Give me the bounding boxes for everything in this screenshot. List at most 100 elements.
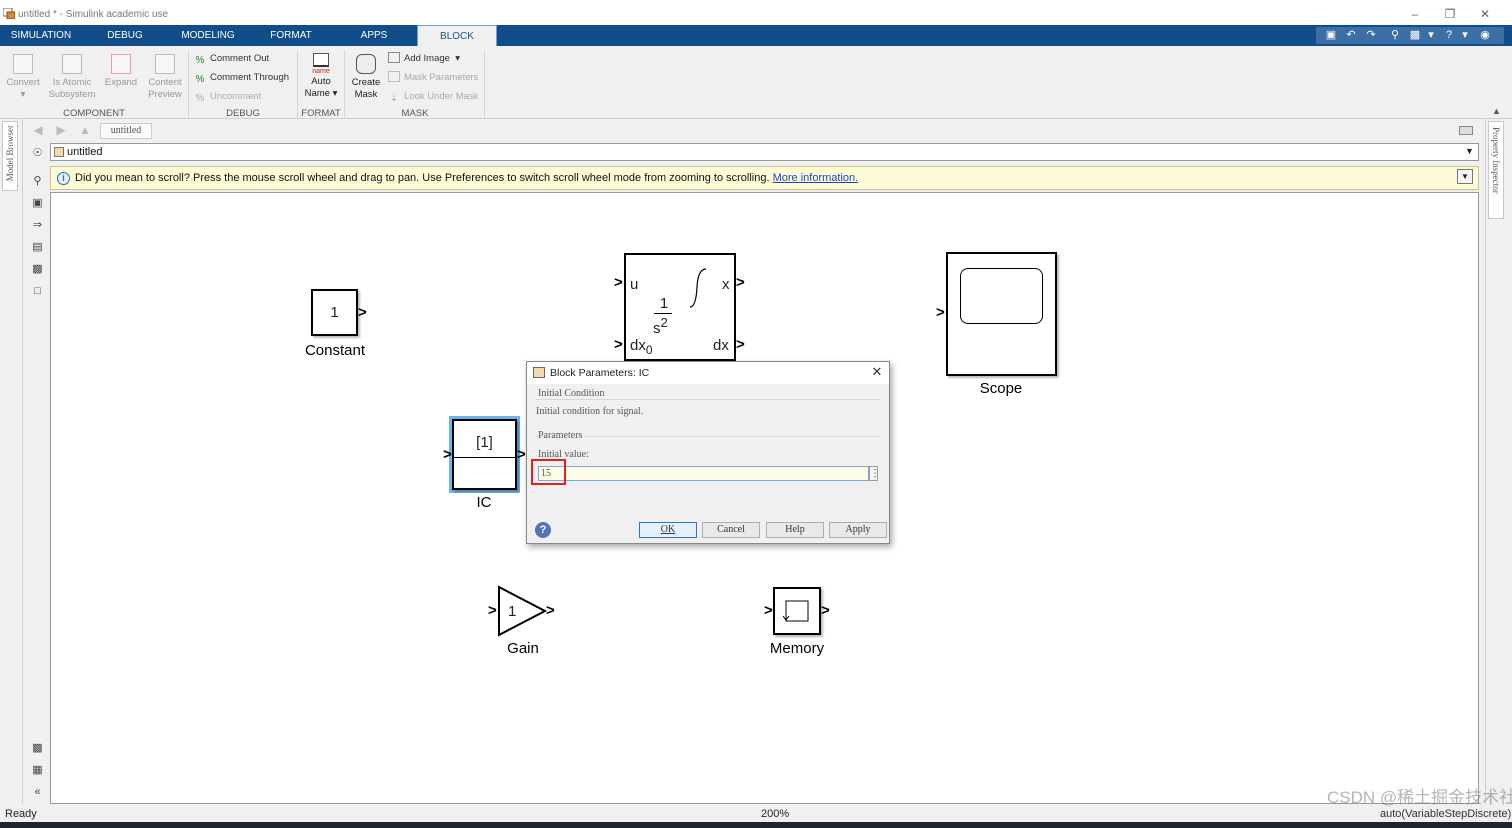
initial-value-input[interactable]: 15 — [538, 466, 869, 481]
auto-name-label-2: Name — [304, 88, 330, 99]
uncomment-button[interactable]: % Uncomment — [194, 90, 262, 104]
scope-block[interactable] — [946, 252, 1057, 376]
zoom-icon[interactable]: ⚲ — [31, 175, 44, 187]
camera-icon[interactable]: ▩ — [31, 742, 44, 754]
convert-icon — [13, 54, 33, 74]
transfer-denominator: s2 — [653, 315, 668, 337]
ic-block[interactable]: [1] — [452, 419, 517, 490]
input-port-icon: > — [443, 446, 452, 463]
collapse-ribbon-icon[interactable]: ▲ — [1492, 106, 1501, 116]
memory-label: Memory — [769, 640, 825, 657]
property-inspector-tab[interactable]: Property Inspector — [1488, 121, 1504, 219]
ribbon-panel: Convert ▾ Is Atomic Subsystem Expand Con… — [0, 46, 1512, 119]
more-information-link[interactable]: More information. — [773, 172, 859, 184]
mask-parameters-icon — [388, 71, 400, 82]
back-arrow-icon[interactable]: ◀ — [30, 123, 46, 137]
close-icon[interactable]: ✕ — [1475, 6, 1495, 22]
section-divider — [535, 436, 881, 437]
ok-button-label: OK — [660, 524, 676, 535]
section-initial-condition-desc: Initial condition for signal. — [536, 406, 644, 417]
close-icon[interactable]: ✕ — [870, 365, 884, 379]
group-divider — [297, 50, 298, 118]
window-title: untitled * - Simulink academic use — [18, 9, 169, 20]
auto-name-button[interactable]: name Auto Name ▾ — [300, 53, 342, 100]
left-panel-strip — [0, 119, 23, 804]
input-port-icon: > — [614, 336, 623, 353]
redo-icon[interactable]: ↷ — [1362, 27, 1380, 44]
chevron-down-icon[interactable]: ▾ — [1456, 27, 1474, 44]
ok-button[interactable]: OK — [639, 522, 697, 538]
tab-block[interactable]: BLOCK — [417, 25, 497, 46]
arrow-down-icon: ⇣ — [389, 93, 399, 104]
info-message: Did you mean to scroll? Press the mouse … — [75, 172, 858, 184]
dialog-title: Block Parameters: IC — [550, 367, 650, 379]
chevron-down-icon[interactable]: ▾ — [1422, 27, 1440, 44]
convert-label: Convert — [6, 77, 40, 88]
apply-button[interactable]: Apply — [829, 522, 887, 538]
minimize-icon[interactable]: – — [1405, 6, 1425, 22]
output-port-icon: > — [736, 336, 745, 353]
more-options-icon[interactable]: ⋮ — [869, 466, 880, 481]
status-bar: Ready 200% auto(VariableStepDiscrete) — [0, 804, 1512, 828]
content-preview-button[interactable]: Content Preview — [144, 54, 186, 101]
convert-button[interactable]: Convert ▾ — [4, 54, 42, 101]
tab-apps[interactable]: APPS — [354, 25, 394, 46]
chevron-down-icon: ▾ — [20, 89, 26, 100]
mask-parameters-button[interactable]: Mask Parameters — [388, 71, 478, 84]
expand-icon — [111, 54, 131, 74]
add-image-icon — [388, 52, 400, 63]
explorer-icon[interactable]: ▦ — [31, 764, 44, 776]
arrow-icon[interactable]: ⇒ — [31, 219, 44, 231]
forward-arrow-icon[interactable]: ▶ — [53, 123, 69, 137]
model-path-bar[interactable]: untitled ▼ — [50, 143, 1479, 161]
up-arrow-icon[interactable]: ▲ — [77, 123, 93, 137]
group-label-format: FORMAT — [301, 108, 341, 119]
chevron-down-icon: ▾ — [455, 53, 461, 64]
tab-simulation[interactable]: SIMULATION — [8, 25, 74, 46]
collapse-icon[interactable]: « — [31, 786, 44, 798]
comment-out-button[interactable]: % Comment Out — [194, 52, 270, 66]
gain-block[interactable] — [496, 584, 550, 638]
tab-debug[interactable]: DEBUG — [102, 25, 148, 46]
port-dx-label: dx — [713, 337, 729, 354]
expand-button[interactable]: Expand — [102, 54, 140, 89]
ic-divider — [454, 457, 515, 458]
help-icon[interactable]: ? — [535, 522, 551, 538]
is-atomic-subsystem-button[interactable]: Is Atomic Subsystem — [46, 54, 98, 101]
port-dx0-sub: 0 — [645, 343, 653, 357]
hide-show-icon[interactable]: ☉ — [31, 147, 44, 159]
tab-modeling[interactable]: MODELING — [176, 25, 240, 46]
look-under-mask-button[interactable]: ⇣ Look Under Mask — [388, 90, 479, 104]
create-mask-button[interactable]: Create Mask — [348, 54, 384, 101]
solver-status[interactable]: auto(VariableStepDiscrete) — [1380, 808, 1511, 820]
area-icon[interactable]: □ — [31, 285, 44, 297]
undo-icon[interactable]: ↶ — [1342, 27, 1360, 44]
image-icon[interactable]: ▩ — [31, 263, 44, 275]
settings-icon[interactable]: ◉ — [1476, 27, 1494, 44]
cancel-button[interactable]: Cancel — [702, 522, 760, 538]
output-port-icon: > — [546, 602, 555, 619]
mask-parameters-label: Mask Parameters — [404, 72, 479, 83]
fit-to-view-icon[interactable]: ▣ — [31, 197, 44, 209]
help-button[interactable]: Help — [766, 522, 824, 538]
model-tab-untitled[interactable]: untitled — [100, 123, 152, 139]
chevron-down-icon[interactable]: ▼ — [1457, 169, 1473, 184]
restore-icon[interactable]: ❐ — [1440, 6, 1460, 22]
add-image-button[interactable]: Add Image ▾ — [388, 52, 460, 65]
group-divider — [484, 50, 485, 118]
gain-label: Gain — [507, 640, 539, 657]
search-icon[interactable]: ⚲ — [1386, 27, 1404, 44]
dialog-title-bar: Block Parameters: IC ✕ — [527, 362, 889, 384]
model-browser-tab[interactable]: Model Browser — [2, 121, 18, 191]
memory-block[interactable] — [773, 587, 821, 635]
panel-menu-icon[interactable] — [1459, 126, 1473, 135]
second-order-integrator-block[interactable]: u dx0 x dx 1 s2 — [624, 253, 736, 361]
comment-through-button[interactable]: % Comment Through — [194, 71, 289, 85]
input-port-icon: > — [764, 602, 773, 619]
save-icon[interactable]: ▣ — [1322, 27, 1340, 44]
ribbon-tab-bar: SIMULATION DEBUG MODELING FORMAT APPS BL… — [0, 25, 1512, 46]
tab-format[interactable]: FORMAT — [266, 25, 316, 46]
constant-block[interactable]: 1 — [311, 289, 358, 336]
annotation-icon[interactable]: ▤ — [31, 241, 44, 253]
chevron-down-icon[interactable]: ▼ — [1465, 146, 1474, 156]
